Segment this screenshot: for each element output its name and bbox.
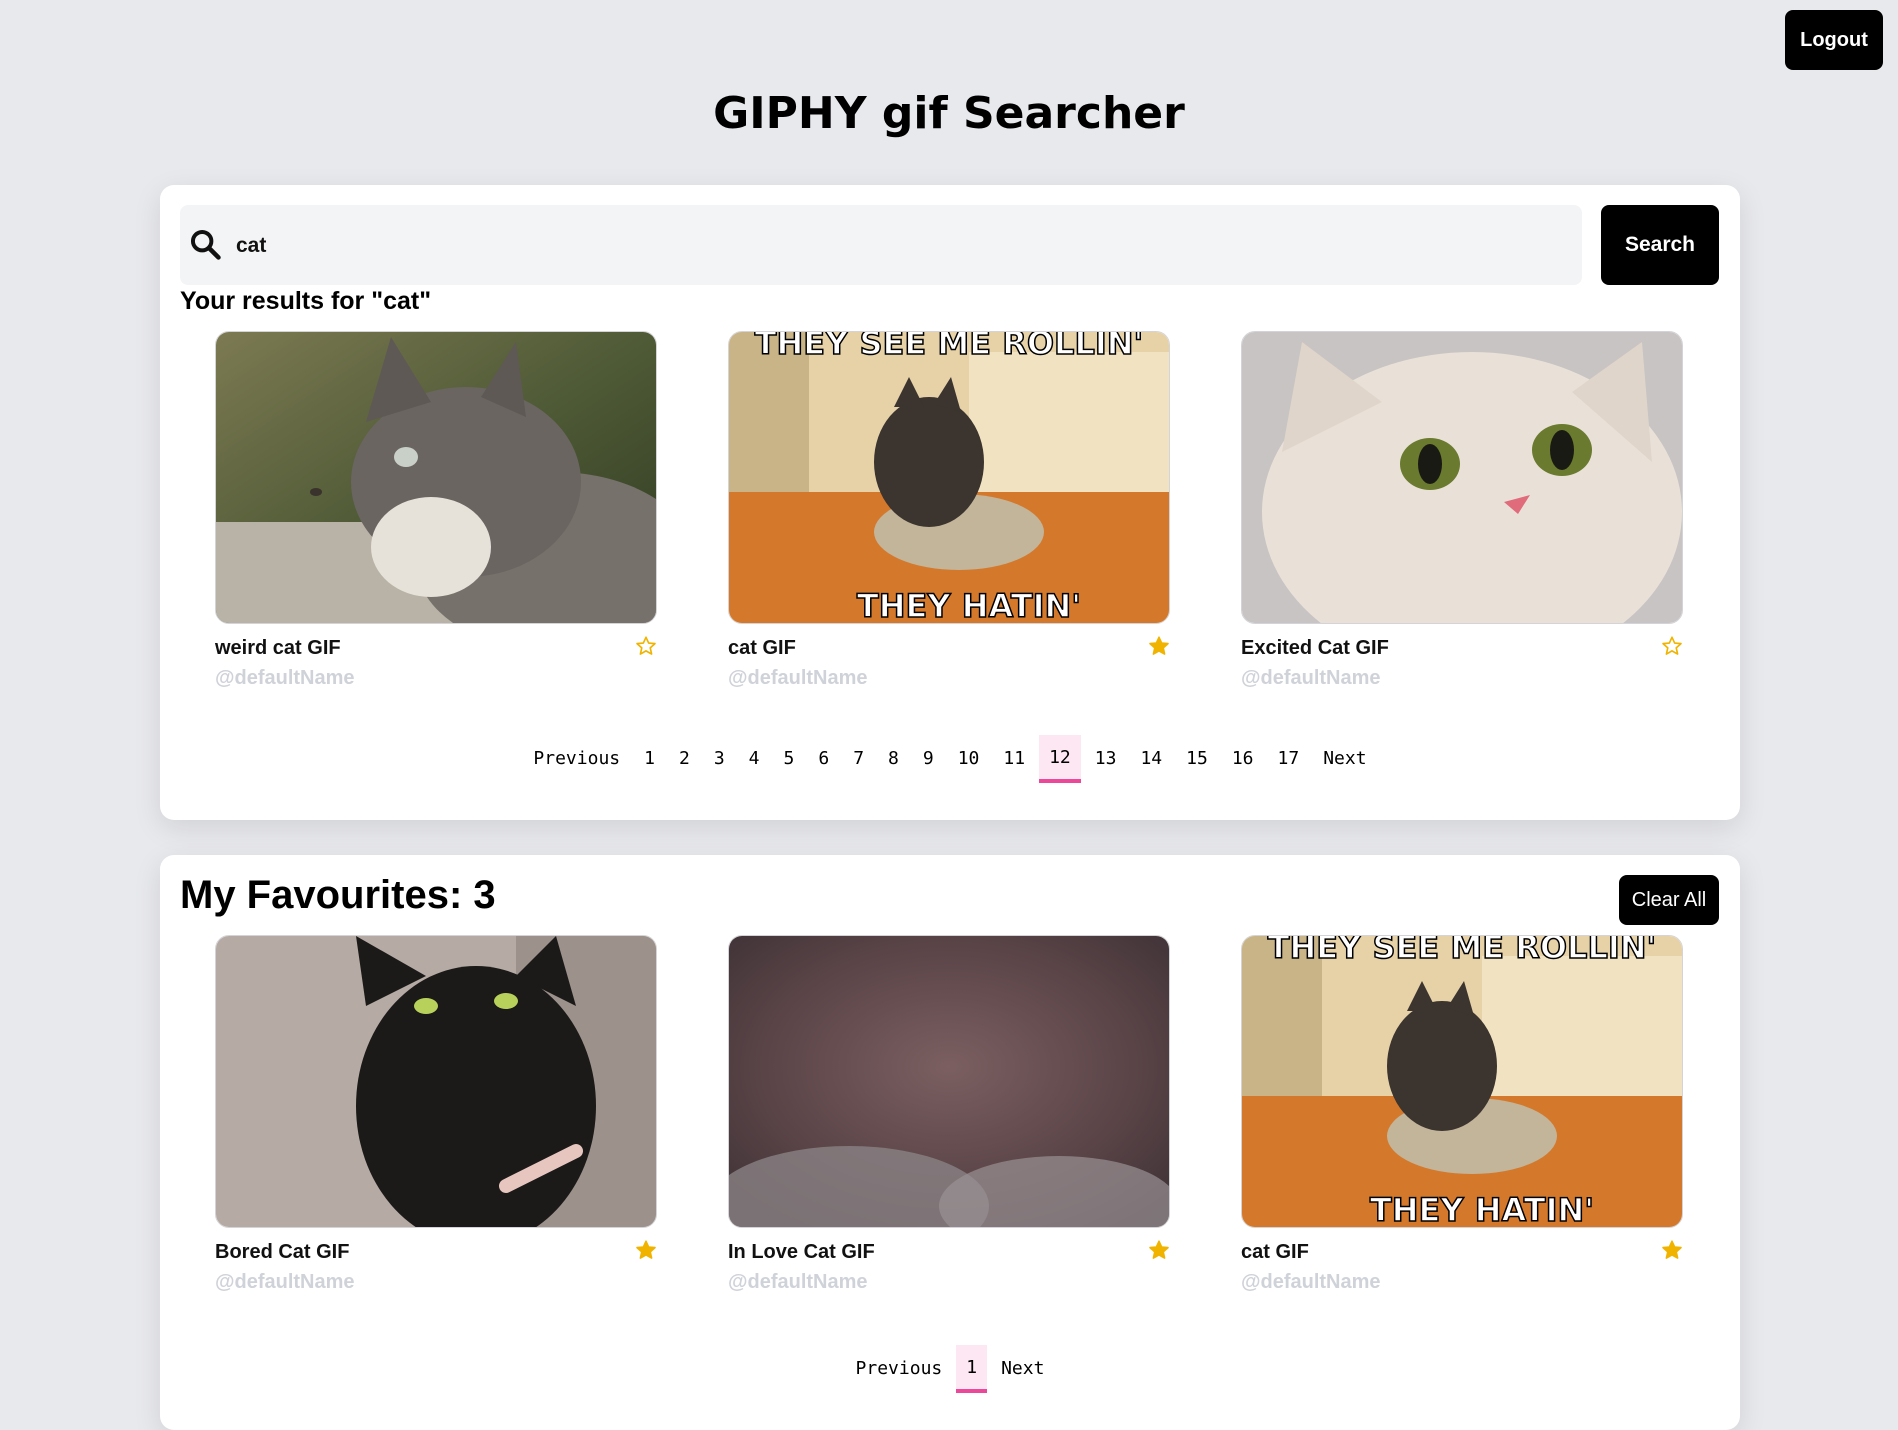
gif-caption-bottom: THEY HATIN' [1370, 1191, 1594, 1227]
gif-card: In Love Cat GIF @defaultName [728, 935, 1170, 1315]
page-title: GIPHY gif Searcher [713, 88, 1185, 139]
star-filled-icon[interactable] [635, 1239, 657, 1261]
gif-username: @defaultName [215, 667, 355, 689]
next-page-link[interactable]: Next [991, 1345, 1054, 1393]
page-link-2[interactable]: 2 [669, 735, 700, 783]
previous-page-link[interactable]: Previous [523, 735, 630, 783]
gif-card: Excited Cat GIF @defaultName [1241, 331, 1683, 711]
gif-card: THEY SEE ME ROLLIN' THEY HATIN' cat GIF … [728, 331, 1170, 711]
gif-image[interactable] [1241, 331, 1683, 624]
gif-card: Bored Cat GIF @defaultName [215, 935, 657, 1315]
gif-title: weird cat GIF [215, 637, 341, 659]
logout-button[interactable]: Logout [1785, 10, 1883, 70]
gif-username: @defaultName [728, 667, 868, 689]
page-link-10[interactable]: 10 [948, 735, 990, 783]
gif-image[interactable]: THEY SEE ME ROLLIN' THEY HATIN' [728, 331, 1170, 624]
results-pagination: Previous 1 2 3 4 5 6 7 8 9 10 11 12 13 14 15 16 17 Next [160, 735, 1740, 783]
gif-title: In Love Cat GIF [728, 1241, 875, 1263]
star-filled-icon[interactable] [1661, 1239, 1683, 1261]
favourites-pagination: Previous 1 Next [160, 1345, 1740, 1393]
page-link-1[interactable]: 1 [634, 735, 665, 783]
search-results-panel: Search Your results for "cat" [160, 185, 1740, 820]
page-link-7[interactable]: 7 [843, 735, 874, 783]
page-link-8[interactable]: 8 [878, 735, 909, 783]
next-page-link[interactable]: Next [1313, 735, 1376, 783]
gif-username: @defaultName [1241, 667, 1381, 689]
gif-image[interactable] [728, 935, 1170, 1228]
page-link-6[interactable]: 6 [808, 735, 839, 783]
gif-title: Excited Cat GIF [1241, 637, 1389, 659]
search-icon [190, 229, 221, 260]
gif-caption-bottom: THEY HATIN' [857, 587, 1081, 623]
page-link-3[interactable]: 3 [704, 735, 735, 783]
star-filled-icon[interactable] [1148, 635, 1170, 657]
gif-card: THEY SEE ME ROLLIN' THEY HATIN' cat GIF … [1241, 935, 1683, 1315]
gif-caption-top: THEY SEE ME ROLLIN' [1268, 936, 1657, 966]
gif-title: cat GIF [728, 637, 796, 659]
search-button[interactable]: Search [1601, 205, 1719, 285]
page-link-12[interactable]: 12 [1039, 735, 1081, 783]
page-link-9[interactable]: 9 [913, 735, 944, 783]
gif-title: cat GIF [1241, 1241, 1309, 1263]
page-link-15[interactable]: 15 [1176, 735, 1218, 783]
search-bar [180, 205, 1582, 287]
gif-image[interactable]: THEY SEE ME ROLLIN' THEY HATIN' [1241, 935, 1683, 1228]
page-link-11[interactable]: 11 [993, 735, 1035, 783]
page-link-17[interactable]: 17 [1268, 735, 1310, 783]
gif-username: @defaultName [728, 1271, 868, 1293]
results-heading: Your results for "cat" [180, 287, 432, 315]
gif-image[interactable] [215, 331, 657, 624]
clear-all-button[interactable]: Clear All [1619, 875, 1719, 925]
gif-image[interactable] [215, 935, 657, 1228]
gif-username: @defaultName [1241, 1271, 1381, 1293]
star-outline-icon[interactable] [635, 635, 657, 657]
gif-caption-top: THEY SEE ME ROLLIN' [755, 332, 1144, 362]
star-filled-icon[interactable] [1148, 1239, 1170, 1261]
page-link-1[interactable]: 1 [956, 1345, 988, 1393]
previous-page-link[interactable]: Previous [846, 1345, 953, 1393]
star-outline-icon[interactable] [1661, 635, 1683, 657]
gif-username: @defaultName [215, 1271, 355, 1293]
page-link-4[interactable]: 4 [739, 735, 770, 783]
gif-card: weird cat GIF @defaultName [215, 331, 657, 711]
page-link-16[interactable]: 16 [1222, 735, 1264, 783]
gif-title: Bored Cat GIF [215, 1241, 350, 1263]
favourites-panel: My Favourites: 3 Clear All Bored Cat GIF… [160, 855, 1740, 1430]
page-link-14[interactable]: 14 [1130, 735, 1172, 783]
page-link-5[interactable]: 5 [774, 735, 805, 783]
page-link-13[interactable]: 13 [1085, 735, 1127, 783]
favourites-title: My Favourites: 3 [180, 873, 496, 917]
search-input[interactable] [234, 205, 1568, 287]
